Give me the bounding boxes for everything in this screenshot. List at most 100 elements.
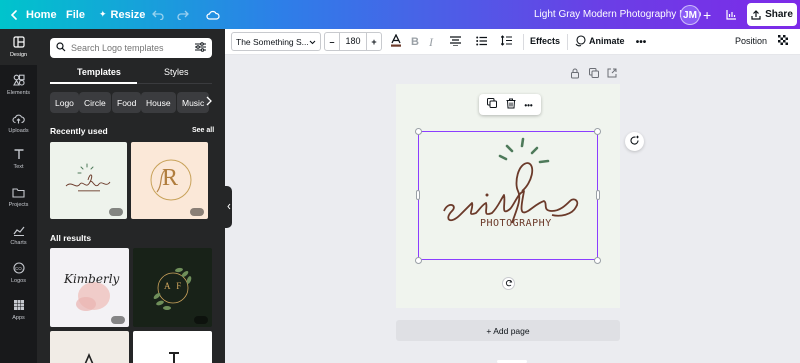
result-template-thumbnail[interactable]: Kimberly [50, 248, 129, 327]
resize-handle-top-left[interactable] [415, 128, 422, 135]
element-more-button[interactable]: ••• [524, 99, 532, 111]
font-family-select[interactable]: The Something S... [231, 32, 321, 51]
rail-item-uploads[interactable]: Uploads [0, 105, 37, 141]
spacing-icon [500, 35, 512, 49]
font-size-input[interactable]: 180 [339, 33, 367, 50]
search-icon [56, 42, 66, 54]
delete-element-button[interactable] [506, 98, 516, 112]
text-color-button[interactable] [388, 33, 404, 50]
apps-icon [13, 299, 25, 313]
animate-button[interactable]: Animate [589, 36, 625, 46]
upload-icon [751, 9, 761, 20]
chip-food[interactable]: Food [112, 92, 142, 113]
home-button[interactable]: Home [10, 0, 57, 29]
undo-button[interactable] [152, 0, 164, 29]
list-button[interactable] [473, 34, 489, 50]
document-title[interactable]: Light Gray Modern Photography Logo [534, 0, 701, 29]
file-menu-button[interactable]: File [66, 0, 85, 29]
recent-template-thumbnail[interactable]: R [131, 142, 208, 219]
top-bar: Home File ✦ Resize Light Gray Modern Pho… [0, 0, 800, 29]
rail-item-design[interactable]: Design [0, 29, 37, 65]
add-page-top-button[interactable] [607, 68, 619, 80]
all-results-heading: All results [50, 233, 92, 243]
plus-icon: + [703, 6, 712, 23]
result-template-thumbnail[interactable]: A F [133, 248, 212, 327]
italic-button[interactable]: I [423, 34, 439, 50]
more-options-button[interactable]: ••• [633, 34, 649, 50]
resize-handle-bottom-right[interactable] [594, 257, 601, 264]
chevron-down-icon [309, 37, 316, 47]
search-input[interactable] [71, 43, 195, 53]
rotate-handle[interactable] [502, 277, 515, 290]
redo-button[interactable] [177, 0, 189, 29]
spacing-button[interactable] [498, 34, 514, 50]
invite-button[interactable]: + [703, 0, 711, 29]
bold-button[interactable]: B [407, 34, 423, 50]
chevron-left-icon [226, 201, 231, 213]
result-template-thumbnail[interactable] [133, 331, 212, 363]
tab-templates[interactable]: Templates [77, 67, 121, 81]
rail-item-projects[interactable]: Projects [0, 179, 37, 215]
duplicate-page-button[interactable] [589, 68, 601, 80]
position-button[interactable]: Position [735, 36, 767, 46]
rail-item-logos[interactable]: CO. Logos [0, 255, 37, 291]
duplicate-icon [487, 98, 498, 111]
recently-used-heading: Recently used [50, 126, 108, 136]
resize-handle-bottom-left[interactable] [415, 257, 422, 264]
align-button[interactable] [447, 34, 463, 50]
transparency-button[interactable] [775, 34, 791, 50]
element-context-toolbar: ••• [479, 94, 541, 115]
effects-button[interactable]: Effects [530, 36, 560, 46]
trash-icon [506, 98, 516, 112]
chip-logo[interactable]: Logo [50, 92, 79, 113]
rail-item-text[interactable]: Text [0, 141, 37, 177]
resize-handle-left[interactable] [416, 190, 420, 200]
avatar[interactable]: JM [680, 5, 700, 25]
share-label: Share [765, 9, 793, 20]
premium-badge [190, 208, 204, 216]
rail-item-apps[interactable]: Apps [0, 292, 37, 328]
lock-page-button[interactable] [570, 68, 582, 80]
file-label: File [66, 8, 85, 21]
cloud-save-button[interactable] [206, 0, 220, 29]
rail-label: Text [13, 164, 24, 170]
chips-next-button[interactable] [206, 96, 216, 110]
recent-template-thumbnail[interactable] [50, 142, 127, 219]
share-button[interactable]: Share [747, 3, 797, 26]
external-page-icon [607, 68, 617, 81]
duplicate-icon [589, 68, 599, 81]
see-all-link[interactable]: See all [192, 127, 214, 134]
increase-font-size-button[interactable]: + [367, 37, 381, 47]
resize-button[interactable]: ✦ Resize [99, 0, 145, 29]
active-tab-indicator [50, 82, 137, 84]
chip-music[interactable]: Music [177, 92, 210, 113]
premium-badge [109, 208, 123, 216]
resize-handle-right[interactable] [596, 190, 600, 200]
result-template-thumbnail[interactable] [50, 331, 129, 363]
duplicate-element-button[interactable] [487, 98, 498, 111]
template-search[interactable] [50, 38, 212, 58]
decrease-font-size-button[interactable]: – [325, 37, 339, 47]
rail-label: Uploads [8, 127, 29, 134]
toolbar-divider [523, 34, 524, 50]
rail-label: Charts [10, 239, 27, 246]
premium-badge [194, 316, 208, 324]
chevron-right-icon [206, 96, 212, 109]
rail-item-elements[interactable]: Elements [0, 67, 37, 103]
chip-circle[interactable]: Circle [79, 92, 111, 113]
chip-house[interactable]: House [141, 92, 176, 113]
folder-icon [12, 187, 25, 200]
rail-item-charts[interactable]: Charts [0, 217, 37, 253]
transparency-icon [777, 35, 789, 49]
tab-styles[interactable]: Styles [164, 67, 189, 81]
insights-button[interactable] [726, 0, 737, 29]
monogram-thumbnail [169, 352, 179, 363]
add-page-button[interactable]: + Add page [396, 320, 620, 341]
collapse-panel-button[interactable] [225, 186, 232, 228]
font-family-value: The Something S... [236, 36, 309, 47]
magic-edit-button[interactable] [625, 132, 644, 151]
design-icon [12, 36, 25, 50]
thumbnail-letters: A F [164, 281, 184, 291]
resize-handle-top-right[interactable] [594, 128, 601, 135]
filter-icon[interactable] [195, 42, 206, 54]
